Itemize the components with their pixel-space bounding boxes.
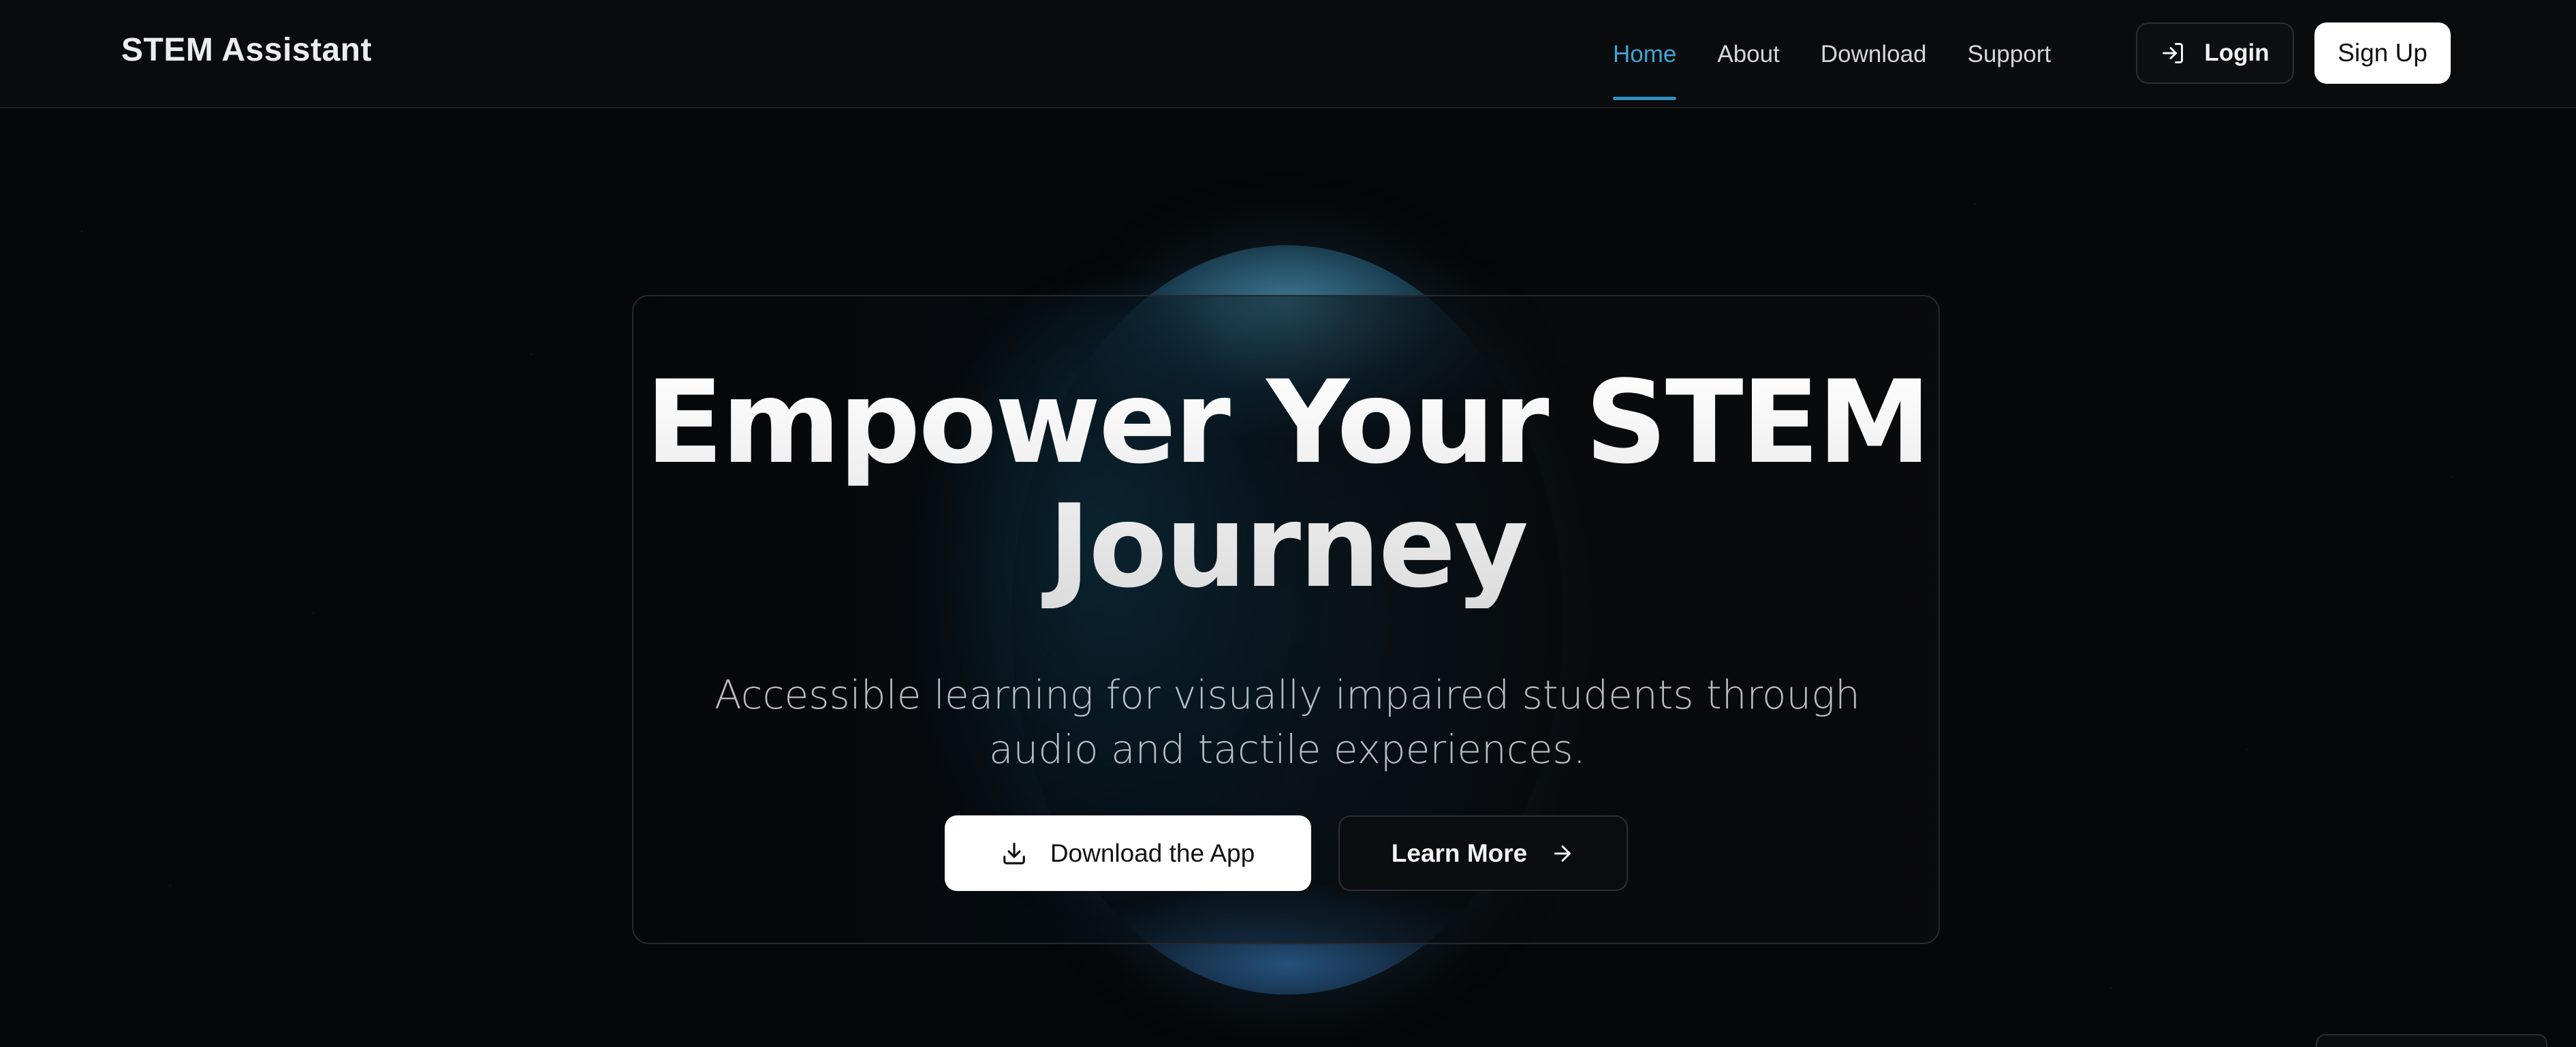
nav-item-download[interactable]: Download <box>1821 0 1927 108</box>
hero-subtitle: Accessible learning for visually impaire… <box>714 672 1860 772</box>
signup-label: Sign Up <box>2338 39 2428 67</box>
learn-more-button[interactable]: Learn More <box>1338 815 1628 891</box>
learn-more-label: Learn More <box>1391 839 1528 867</box>
top-navbar: STEM Assistant Home About Download Suppo… <box>0 0 2576 108</box>
brand-logo[interactable]: STEM Assistant <box>121 31 372 69</box>
signup-button[interactable]: Sign Up <box>2314 22 2451 84</box>
login-icon <box>2161 41 2185 65</box>
download-app-button[interactable]: Download the App <box>945 815 1311 891</box>
download-icon <box>1001 841 1027 866</box>
hero-card: Empower Your STEM Journey Accessible lea… <box>632 295 1940 944</box>
hero-title: Empower Your STEM Journey <box>633 360 1941 608</box>
login-button[interactable]: Login <box>2136 22 2294 84</box>
landing-page: STEM Assistant Home About Download Suppo… <box>0 0 2576 1047</box>
download-app-label: Download the App <box>1050 839 1255 867</box>
nav-item-home[interactable]: Home <box>1613 0 1677 108</box>
login-label: Login <box>2204 40 2269 66</box>
main-nav: Home About Download Support <box>1613 0 2092 108</box>
arrow-right-icon <box>1550 841 1575 866</box>
nav-item-about[interactable]: About <box>1717 0 1779 108</box>
nav-item-support[interactable]: Support <box>1968 0 2052 108</box>
bottom-right-widget[interactable] <box>2316 1034 2547 1047</box>
